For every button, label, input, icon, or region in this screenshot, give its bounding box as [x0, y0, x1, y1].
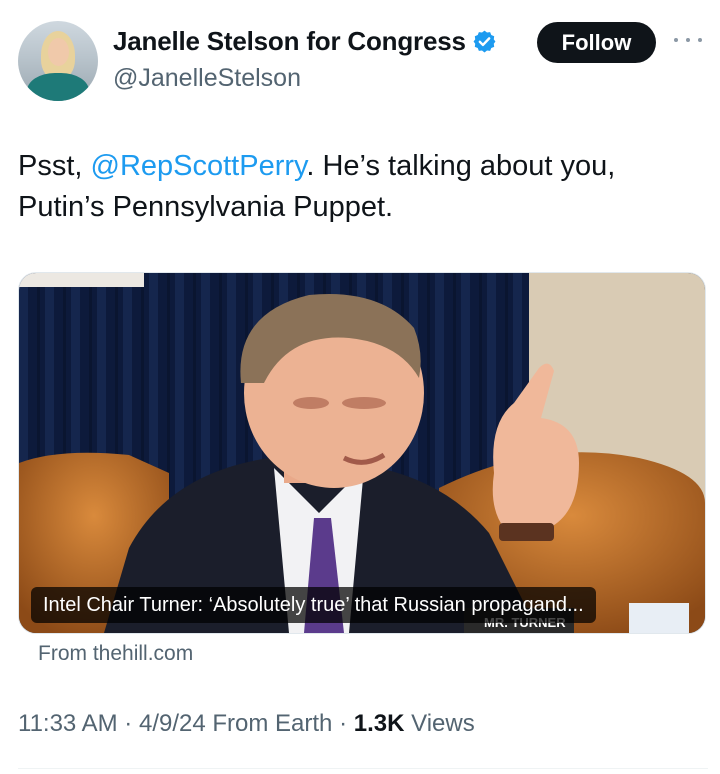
author-handle[interactable]: @JanelleStelson	[113, 64, 301, 93]
link-card[interactable]: MR. TURNER Intel Chair Turner: ‘Absolute…	[18, 272, 706, 634]
tweet-text-prefix: Psst,	[18, 150, 91, 182]
card-image: MR. TURNER	[19, 273, 705, 633]
tweet-text-line1: . He’s talking about you,	[306, 150, 616, 182]
mention-link[interactable]: @RepScottPerry	[91, 150, 307, 182]
meta-separator: ·	[124, 710, 139, 737]
tweet-date[interactable]: 4/9/24	[139, 710, 206, 737]
views-label: Views	[411, 710, 475, 737]
tweet-header: Janelle Stelson for Congress @JanelleSte…	[18, 18, 708, 108]
card-caption: Intel Chair Turner: ‘Absolutely true’ th…	[31, 587, 596, 623]
avatar-body	[27, 73, 89, 101]
tweet-text-line2: Putin’s Pennsylvania Puppet.	[18, 191, 394, 223]
views-count: 1.3K	[353, 710, 405, 737]
tweet-from: From Earth	[212, 710, 333, 737]
avatar-face	[48, 38, 69, 66]
more-dot	[698, 38, 702, 42]
tweet-meta: 11:33 AM · 4/9/24 From Earth · 1.3K View…	[18, 710, 475, 738]
more-dot	[686, 38, 690, 42]
tweet-text: Psst, @RepScottPerry. He’s talking about…	[18, 146, 698, 228]
tweet-time[interactable]: 11:33 AM	[18, 710, 118, 737]
author-name-row[interactable]: Janelle Stelson for Congress	[113, 26, 497, 57]
verified-badge-icon	[473, 30, 496, 53]
bottom-divider	[18, 768, 708, 769]
follow-button[interactable]: Follow	[537, 22, 656, 63]
meta-separator: ·	[339, 710, 354, 737]
author-name[interactable]: Janelle Stelson for Congress	[113, 26, 466, 57]
card-source[interactable]: From thehill.com	[38, 642, 193, 666]
avatar[interactable]	[18, 21, 98, 101]
more-dot	[674, 38, 678, 42]
more-options-icon[interactable]	[674, 30, 702, 50]
